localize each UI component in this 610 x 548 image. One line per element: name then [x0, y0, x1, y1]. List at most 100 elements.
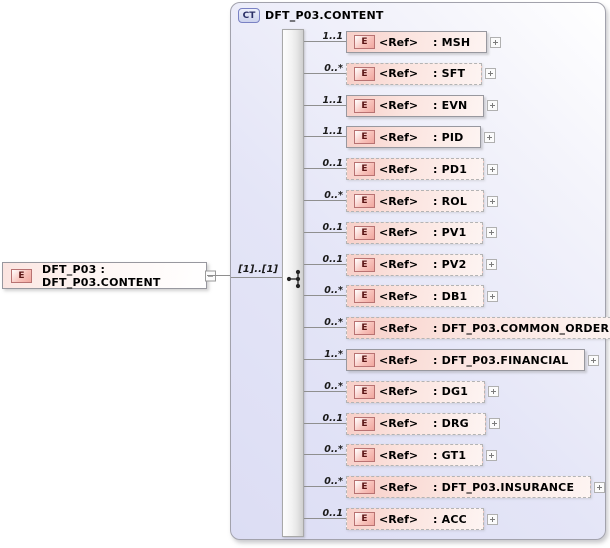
plus-icon	[488, 101, 497, 110]
element-name: : DFT_P03.COMMON_ORDER	[433, 321, 610, 335]
element-badge: E	[354, 384, 375, 399]
element-box[interactable]: E <Ref> : ACC	[346, 508, 484, 530]
element-badge: E	[354, 66, 375, 81]
element-name: : SFT	[433, 67, 466, 81]
plus-icon	[485, 133, 494, 142]
plus-icon	[491, 38, 500, 47]
root-element-box[interactable]: E DFT_P03 : DFT_P03.CONTENT	[2, 262, 216, 289]
expand-button[interactable]	[486, 449, 498, 461]
element-badge: E	[354, 130, 375, 145]
element-box[interactable]: E <Ref> : DB1	[346, 285, 485, 308]
element-row: 1..* E <Ref> : DFT_P03.FINANCIAL	[231, 349, 605, 371]
root-element-label: DFT_P03 : DFT_P03.CONTENT	[42, 262, 161, 289]
element-badge: E	[354, 225, 375, 240]
expand-button[interactable]	[486, 227, 498, 239]
cardinality-label: 0..*	[324, 444, 343, 456]
element-name: : PID	[433, 130, 464, 144]
element-badge: E	[354, 512, 375, 526]
cardinality-label: 0..1	[322, 253, 343, 265]
ref-label: <Ref>	[379, 321, 419, 335]
element-box[interactable]: E <Ref> : PID	[346, 126, 481, 149]
element-box[interactable]: E <Ref> : DFT_P03.FINANCIAL	[346, 349, 586, 371]
element-row: 0..1 E <Ref> : ACC	[231, 508, 605, 530]
expand-button[interactable]	[487, 100, 499, 112]
element-name: : DG1	[433, 385, 469, 399]
ref-label: <Ref>	[379, 480, 419, 494]
ref-label: <Ref>	[379, 226, 419, 240]
element-box[interactable]: E <Ref> : GT1	[346, 444, 484, 467]
element-box[interactable]: E <Ref> : MSH	[346, 31, 488, 53]
plus-icon	[487, 451, 496, 460]
expand-button[interactable]	[594, 481, 606, 493]
element-box[interactable]: E <Ref> : PV2	[346, 253, 484, 276]
element-name: : MSH	[433, 35, 471, 49]
schema-diagram: E DFT_P03 : DFT_P03.CONTENT CT DFT_P03.C…	[0, 0, 610, 548]
expand-button[interactable]	[487, 163, 499, 175]
element-name: : ACC	[433, 512, 467, 526]
ref-label: <Ref>	[379, 67, 419, 81]
cardinality-label: 1..*	[324, 349, 343, 360]
element-box[interactable]: E <Ref> : PV1	[346, 221, 484, 244]
element-name: : DFT_P03.INSURANCE	[433, 480, 575, 494]
expand-button[interactable]	[588, 354, 600, 366]
element-badge: E	[354, 194, 375, 208]
ref-label: <Ref>	[379, 130, 419, 144]
element-badge: E	[354, 416, 375, 431]
plus-icon	[595, 483, 604, 492]
plus-icon	[488, 515, 497, 524]
expand-button[interactable]	[486, 513, 498, 525]
element-rows: 1..1 E <Ref> : MSH 0..* E <Ref> : SFT 1.…	[231, 3, 610, 539]
expand-button[interactable]	[488, 418, 500, 430]
cardinality-label: 0..1	[322, 508, 343, 519]
element-name: : PD1	[433, 162, 468, 176]
element-badge: E	[354, 98, 375, 113]
ref-label: <Ref>	[379, 448, 419, 462]
expand-button[interactable]	[485, 68, 497, 80]
element-box[interactable]: E <Ref> : DG1	[346, 380, 486, 403]
element-row: 0..* E <Ref> : SFT	[231, 62, 605, 85]
element-name: : PV1	[433, 226, 467, 240]
ref-label: <Ref>	[379, 289, 419, 303]
ref-label: <Ref>	[379, 162, 419, 176]
expand-button[interactable]	[486, 259, 498, 271]
ref-label: <Ref>	[379, 417, 419, 431]
element-name: : DRG	[433, 417, 469, 431]
element-row: 0..* E <Ref> : GT1	[231, 444, 605, 467]
expand-button[interactable]	[487, 195, 499, 207]
element-box[interactable]: E <Ref> : ROL	[346, 190, 485, 212]
cardinality-label: 1..1	[322, 94, 343, 106]
element-row: 1..1 E <Ref> : EVN	[231, 94, 605, 117]
element-box[interactable]: E <Ref> : DFT_P03.INSURANCE	[346, 476, 592, 499]
ref-label: <Ref>	[379, 258, 419, 272]
element-row: 1..1 E <Ref> : PID	[231, 126, 605, 149]
element-box[interactable]: E <Ref> : EVN	[346, 94, 485, 117]
cardinality-label: 0..*	[324, 285, 343, 297]
element-row: 0..* E <Ref> : DB1	[231, 285, 605, 308]
ref-label: <Ref>	[379, 35, 419, 49]
cardinality-label: 0..*	[324, 190, 343, 201]
element-badge: E	[354, 321, 375, 336]
element-box[interactable]: E <Ref> : DFT_P03.COMMON_ORDER	[346, 317, 610, 340]
expand-button[interactable]	[487, 290, 499, 302]
element-row: 0..1 E <Ref> : DRG	[231, 412, 605, 435]
element-badge: E	[354, 35, 375, 49]
element-row: 0..* E <Ref> : DFT_P03.COMMON_ORDER	[231, 317, 610, 340]
element-name: : ROL	[433, 194, 468, 208]
ref-label: <Ref>	[379, 99, 419, 113]
element-name: : DB1	[433, 289, 468, 303]
expand-button[interactable]	[490, 36, 502, 48]
ref-label: <Ref>	[379, 385, 419, 399]
cardinality-label: 0..*	[324, 476, 343, 488]
element-box[interactable]: E <Ref> : DRG	[346, 412, 486, 435]
plus-icon	[488, 292, 497, 301]
element-row: 0..1 E <Ref> : PD1	[231, 158, 605, 181]
element-badge: E	[354, 289, 375, 304]
element-box[interactable]: E <Ref> : PD1	[346, 158, 485, 181]
element-box[interactable]: E <Ref> : SFT	[346, 62, 483, 85]
expand-button[interactable]	[483, 131, 495, 143]
expand-button[interactable]	[488, 386, 500, 398]
element-row: 0..1 E <Ref> : PV2	[231, 253, 605, 276]
cardinality-label: 1..1	[322, 31, 343, 42]
element-row: 0..* E <Ref> : DG1	[231, 380, 605, 403]
cardinality-label: 0..1	[322, 221, 343, 233]
